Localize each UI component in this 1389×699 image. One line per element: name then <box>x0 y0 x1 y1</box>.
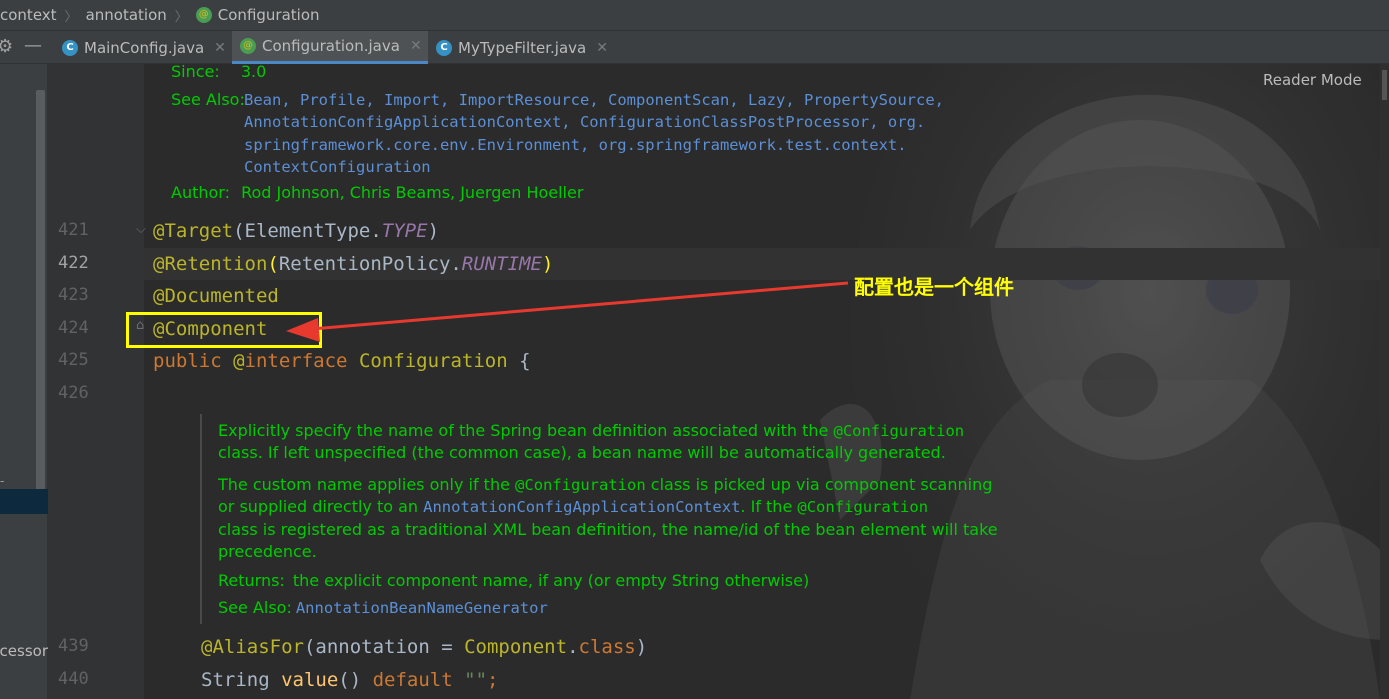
code-line-422[interactable]: @Retention(RetentionPolicy.RUNTIME) <box>153 252 553 276</box>
doc-returns-row: Returns: the explicit component name, if … <box>218 570 809 592</box>
editor-scrollbar-thumb[interactable] <box>1382 70 1387 100</box>
doc-paragraph: class is registered as a traditional XML… <box>218 520 998 539</box>
doc-link[interactable]: ImportResource <box>459 91 590 109</box>
tab-label: MyTypeFilter.java <box>458 38 587 57</box>
doc-link[interactable]: springframework.core.env.Environment <box>244 136 580 154</box>
class-icon: C <box>62 39 78 56</box>
doc-paragraph: Explicitly specify the name of the Sprin… <box>218 421 965 440</box>
doc-label: Since: <box>171 62 220 81</box>
code-line-421[interactable]: @Target(ElementType.TYPE) <box>153 219 439 243</box>
doc-link[interactable]: AnnotationConfigApplicationContext <box>423 498 740 516</box>
doc-link[interactable]: AnnotationConfigApplicationContext <box>244 113 561 131</box>
doc-value: the explicit component name, if any (or … <box>292 571 810 590</box>
doc-block-border <box>200 414 202 624</box>
doc-link[interactable]: Lazy <box>748 91 785 109</box>
doc-link[interactable]: Bean <box>244 91 281 109</box>
doc-label: Returns: <box>218 571 285 590</box>
doc-author-row: Author: Rod Johnson, Chris Beams, Juerge… <box>171 182 583 204</box>
code-line-425[interactable]: public @interface Configuration { <box>153 349 531 373</box>
line-number-gutter <box>48 64 144 699</box>
gear-icon[interactable]: ⚙ <box>0 36 13 57</box>
tab-label: MainConfig.java <box>84 38 205 57</box>
doc-link[interactable]: AnnotationBeanNameGenerator <box>296 599 548 617</box>
doc-link[interactable]: Import <box>384 91 440 109</box>
doc-see-also-links: AnnotationConfigApplicationContext, Conf… <box>244 113 926 131</box>
breadcrumb: context 〉 annotation 〉 @ Configuration <box>0 0 1389 31</box>
line-number: 421 <box>58 220 89 240</box>
editor-scrollbar[interactable] <box>1380 64 1389 699</box>
reader-mode-button[interactable]: Reader Mode <box>1263 71 1362 89</box>
doc-paragraph: precedence. <box>218 542 317 561</box>
tab-label: Configuration.java <box>262 37 400 55</box>
project-tree-connector: - <box>0 474 5 488</box>
tab-mainconfig[interactable]: C MainConfig.java ✕ <box>58 31 226 64</box>
tab-configuration[interactable]: @ Configuration.java ✕ <box>232 31 428 64</box>
doc-value: Rod Johnson, Chris Beams, Juergen Hoelle… <box>241 183 584 202</box>
doc-link[interactable]: org.springframework.test.context. <box>599 136 907 154</box>
doc-see-also-links: Bean, Profile, Import, ImportResource, C… <box>244 91 944 109</box>
doc-value: 3.0 <box>240 62 267 81</box>
annotation-icon: @ <box>195 7 212 23</box>
breadcrumb-label: Configuration <box>217 6 320 24</box>
doc-see-also-links: springframework.core.env.Environment, or… <box>244 136 907 154</box>
close-icon[interactable]: ✕ <box>410 38 422 54</box>
code-line-423[interactable]: @Documented <box>153 284 279 308</box>
project-panel-selected-row[interactable] <box>0 489 48 514</box>
breadcrumb-item-context[interactable]: context <box>0 6 57 24</box>
line-number: 422 <box>58 253 89 273</box>
breadcrumb-item-annotation[interactable]: annotation <box>86 6 167 24</box>
doc-label: See Also: <box>218 598 292 617</box>
doc-label: Author: <box>171 183 230 202</box>
chevron-right-icon: 〉 <box>64 9 78 25</box>
tab-mytypefilter[interactable]: C MyTypeFilter.java ✕ <box>432 31 622 64</box>
annotation-callout: 配置也是一个组件 <box>854 275 1014 299</box>
doc-link[interactable]: ContextConfiguration <box>244 158 431 176</box>
breadcrumb-label: context <box>0 6 57 24</box>
breadcrumb-label: annotation <box>85 6 167 24</box>
doc-paragraph: The custom name applies only if the @Con… <box>218 475 993 494</box>
project-tree-item[interactable]: ocessor <box>0 642 48 660</box>
breadcrumb-item-configuration[interactable]: @ Configuration <box>195 6 320 24</box>
code-line-439[interactable]: @AliasFor(annotation = Component.class) <box>201 635 647 659</box>
doc-see-also-row: See Also: AnnotationBeanNameGenerator <box>218 597 548 619</box>
doc-since-row: Since: 3.0 <box>171 61 266 83</box>
doc-link[interactable]: ComponentScan <box>608 91 729 109</box>
line-number: 425 <box>58 350 89 370</box>
line-number: 439 <box>58 636 89 656</box>
project-tree-item-label: ocessor <box>0 642 48 660</box>
code-line-440[interactable]: String value() default ""; <box>201 668 498 692</box>
doc-see-also-links: ContextConfiguration <box>244 156 431 178</box>
editor-tab-bar: C MainConfig.java ✕ @ Configuration.java… <box>0 31 1389 64</box>
close-icon[interactable]: ✕ <box>214 40 226 56</box>
annotation-icon: @ <box>240 38 256 54</box>
doc-link[interactable]: org. <box>888 113 925 131</box>
doc-link[interactable]: ConfigurationClassPostProcessor <box>580 113 869 131</box>
doc-link[interactable]: Profile <box>300 91 365 109</box>
doc-see-also-label: See Also: <box>171 90 245 109</box>
class-icon: C <box>436 39 452 56</box>
chevron-right-icon: 〉 <box>174 9 188 25</box>
line-number: 424 <box>58 318 89 338</box>
line-number: 426 <box>58 383 89 403</box>
minimize-icon[interactable]: — <box>24 35 42 56</box>
doc-paragraph: class. If left unspecified (the common c… <box>218 443 946 462</box>
doc-link[interactable]: PropertySource <box>804 91 935 109</box>
doc-paragraph: or supplied directly to an AnnotationCon… <box>218 497 929 516</box>
highlight-box <box>126 312 322 348</box>
line-number: 423 <box>58 285 89 305</box>
close-icon[interactable]: ✕ <box>596 40 608 56</box>
line-number: 440 <box>58 669 89 689</box>
fold-icon[interactable]: ⌵ <box>136 222 146 237</box>
project-panel-scrollbar[interactable] <box>36 90 45 502</box>
